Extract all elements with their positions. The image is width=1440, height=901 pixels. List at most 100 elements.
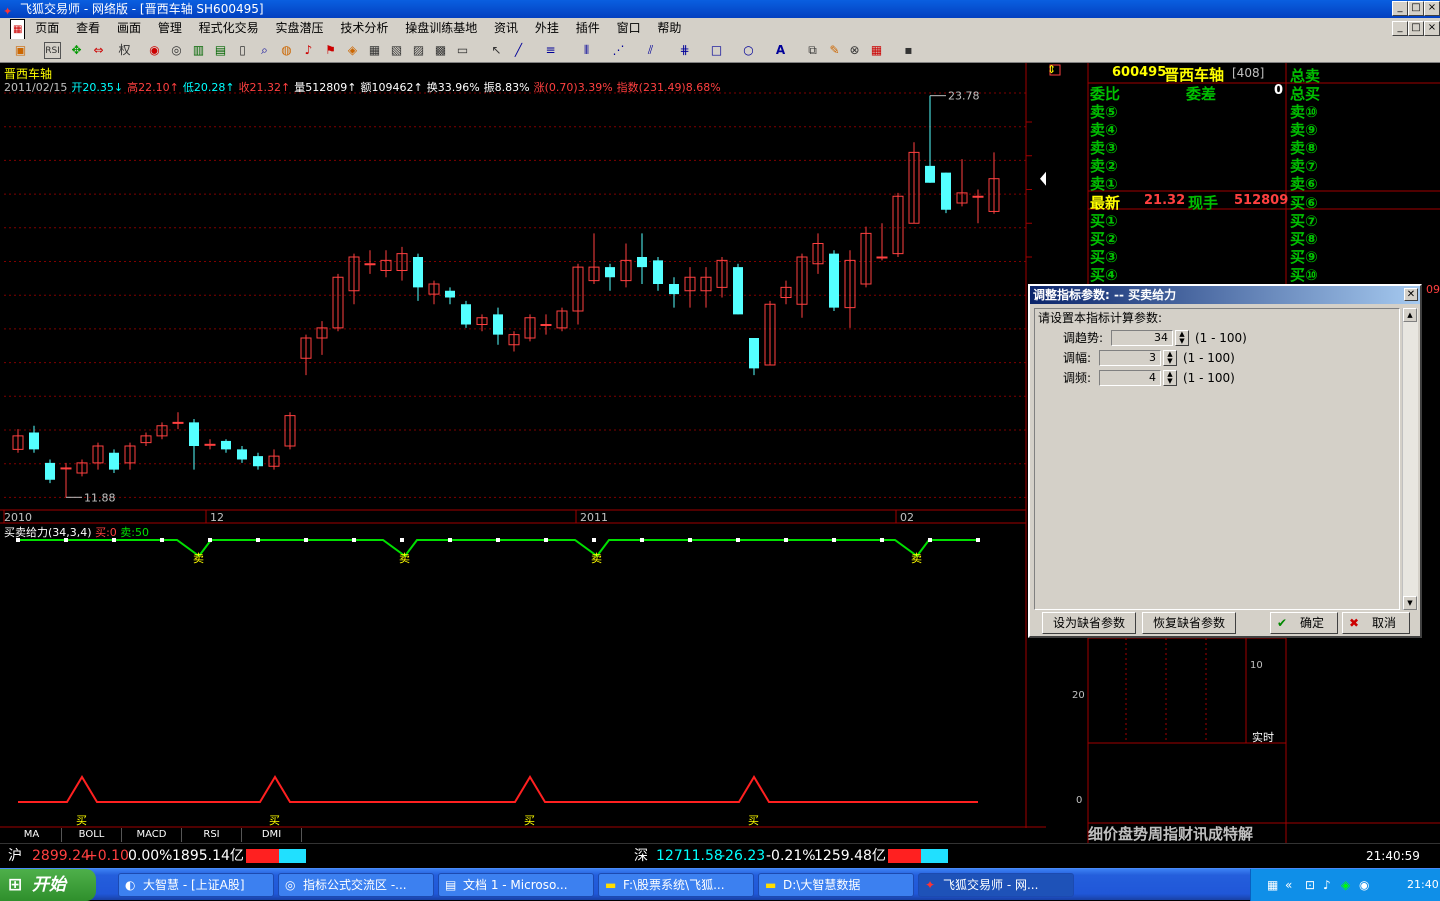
task-dazhihui[interactable]: ◐ 大智慧 - [上证A股] [118, 873, 274, 897]
folder-icon[interactable]: ▣ [12, 42, 29, 59]
glasses2-icon[interactable]: ◎ [168, 42, 185, 59]
start-button[interactable]: ⊞ 开始 [0, 869, 96, 901]
rights-button[interactable]: 权 [116, 42, 133, 59]
vline-tool-icon[interactable]: ⦀ [578, 42, 595, 59]
xianshou-label: 现手 [1188, 194, 1219, 212]
copy-tool-icon[interactable]: ⧉ [804, 42, 821, 59]
cancel-x-icon: ✖ [1349, 616, 1360, 630]
inner-minimize-button[interactable]: _ [1392, 21, 1408, 36]
candle-body [445, 290, 455, 298]
doc-icon[interactable]: ▦ [10, 19, 26, 41]
set-default-button[interactable]: 设为缺省参数 [1042, 612, 1136, 634]
menu-item-training[interactable]: 操盘训练基地 [405, 18, 477, 38]
scroll-up-icon[interactable]: ▲ [1403, 308, 1417, 322]
tab-boll[interactable]: BOLL [62, 828, 122, 842]
layout5-icon[interactable]: ▭ [454, 42, 471, 59]
menu-item-window[interactable]: 窗口 [617, 18, 641, 38]
tab-ma[interactable]: MA [2, 828, 62, 842]
split-icon[interactable]: ⇔ [90, 42, 107, 59]
realtime-label[interactable]: 实时 [1252, 729, 1274, 745]
text-tool-icon[interactable]: A [772, 42, 789, 59]
close-button[interactable]: × [1424, 1, 1440, 16]
layout2-icon[interactable]: ▧ [388, 42, 405, 59]
tray-volume-icon[interactable]: ♪ [1323, 869, 1331, 901]
cursor-icon[interactable]: ↖ [488, 42, 505, 59]
dialog-close-button[interactable]: ✕ [1404, 288, 1418, 301]
tab-rsi[interactable]: RSI [182, 828, 242, 842]
panel-bottom-tabs[interactable]: 细价盘势周指财讯成特解 [1088, 823, 1253, 844]
layout3-icon[interactable]: ▨ [410, 42, 427, 59]
rect-tool-icon[interactable]: □ [708, 42, 725, 59]
param-input-amplitude[interactable]: 3 [1099, 350, 1161, 366]
tray-app-icon[interactable]: ◉ [1359, 869, 1369, 901]
menu-item-plugin-external[interactable]: 外挂 [535, 18, 559, 38]
flag-icon[interactable]: ⚑ [322, 42, 339, 59]
ohlc-field: 收21.32↑ [238, 81, 291, 94]
channel-tool-icon[interactable]: ⫽ [642, 42, 659, 59]
tray-keyboard-icon[interactable]: ▦ [1267, 869, 1278, 901]
scroll-down-icon[interactable]: ▼ [1403, 596, 1417, 610]
param-input-frequency[interactable]: 4 [1099, 370, 1161, 386]
tray-shield-icon[interactable]: ◈ [1341, 869, 1350, 901]
task-folder-f[interactable]: ▬ F:\股票系统\飞狐... [598, 873, 754, 897]
task-forum[interactable]: ◎ 指标公式交流区 -... [278, 873, 434, 897]
dialog-scrollbar[interactable]: ▲ ▼ [1402, 308, 1418, 610]
ellipse-tool-icon[interactable]: ○ [740, 42, 757, 59]
inner-close-button[interactable]: × [1424, 21, 1440, 36]
restore-default-button[interactable]: 恢复缺省参数 [1142, 612, 1236, 634]
book-icon[interactable]: ▯ [234, 42, 251, 59]
rsi-icon[interactable]: RSI [44, 42, 61, 59]
line-tool-icon[interactable]: ╱ [510, 42, 527, 59]
menu-item-info[interactable]: 资讯 [494, 18, 518, 38]
minimize-button[interactable]: _ [1392, 1, 1408, 16]
ok-button[interactable]: ✔ 确定 [1270, 612, 1338, 634]
menu-item-page[interactable]: 页面 [35, 18, 59, 38]
sell-level-1: 卖① [1090, 175, 1118, 193]
tray-network-icon[interactable]: ⊡ [1305, 869, 1315, 901]
menu-item-live[interactable]: 实盘潜压 [276, 18, 324, 38]
tab-macd[interactable]: MACD [122, 828, 182, 842]
kline-chart[interactable]: 23.0022.0021.0020.0019.0023.7811.8821.32… [0, 63, 1046, 843]
task-label: 指标公式交流区 -... [303, 878, 407, 892]
bell-icon[interactable]: ♪ [300, 42, 317, 59]
tab-dmi[interactable]: DMI [242, 828, 302, 842]
menu-item-tech-analysis[interactable]: 技术分析 [340, 18, 388, 38]
parallel-tool-icon[interactable]: ⋕ [676, 42, 693, 59]
bar-chart-icon[interactable]: ▥ [190, 42, 207, 59]
param-spinner-amplitude[interactable]: ▲ ▼ [1163, 350, 1177, 366]
chart-icon[interactable]: ▤ [212, 42, 229, 59]
param-label-amplitude: 调幅: [1063, 351, 1092, 365]
menu-item-plugins[interactable]: 插件 [576, 18, 600, 38]
param-spinner-trend[interactable]: ▲ ▼ [1175, 330, 1189, 346]
fan-tool-icon[interactable]: ⋰ [610, 42, 627, 59]
menu-item-view[interactable]: 查看 [76, 18, 100, 38]
menu-item-screen[interactable]: 画面 [117, 18, 141, 38]
link-icon[interactable]: ⊗ [846, 42, 863, 59]
alert-icon[interactable]: ◍ [278, 42, 295, 59]
search-icon[interactable]: ⌕ [256, 42, 273, 59]
save-icon[interactable]: ▪ [900, 42, 917, 59]
inner-restore-button[interactable]: □ [1408, 21, 1424, 36]
cancel-button[interactable]: ✖ 取消 [1342, 612, 1410, 634]
indicator-point [400, 538, 404, 542]
menu-item-manage[interactable]: 管理 [158, 18, 182, 38]
sell-signal-label: 卖 [911, 552, 922, 565]
task-word[interactable]: ▤ 文档 1 - Microso... [438, 873, 594, 897]
eraser-icon[interactable]: ✎ [826, 42, 843, 59]
layout4-icon[interactable]: ▩ [432, 42, 449, 59]
yellow-icon[interactable]: ◈ [344, 42, 361, 59]
glasses-icon[interactable]: ◉ [146, 42, 163, 59]
hline-tool-icon[interactable]: ≡ [542, 42, 559, 59]
task-feihu[interactable]: ✦ 飞狐交易师 - 网... [918, 873, 1074, 897]
tray-arrow-icon[interactable]: « [1285, 869, 1292, 901]
param-input-trend[interactable]: 34 [1111, 330, 1173, 346]
menu-item-help[interactable]: 帮助 [657, 18, 681, 38]
param-range-trend: (1 - 100) [1195, 331, 1247, 345]
layout1-icon[interactable]: ▦ [366, 42, 383, 59]
menu-item-program-trading[interactable]: 程式化交易 [199, 18, 259, 38]
palette-icon[interactable]: ▦ [868, 42, 885, 59]
move-icon[interactable]: ✥ [68, 42, 85, 59]
maximize-button[interactable]: □ [1408, 1, 1424, 16]
param-spinner-frequency[interactable]: ▲ ▼ [1163, 370, 1177, 386]
task-folder-d[interactable]: ▬ D:\大智慧数据 [758, 873, 914, 897]
